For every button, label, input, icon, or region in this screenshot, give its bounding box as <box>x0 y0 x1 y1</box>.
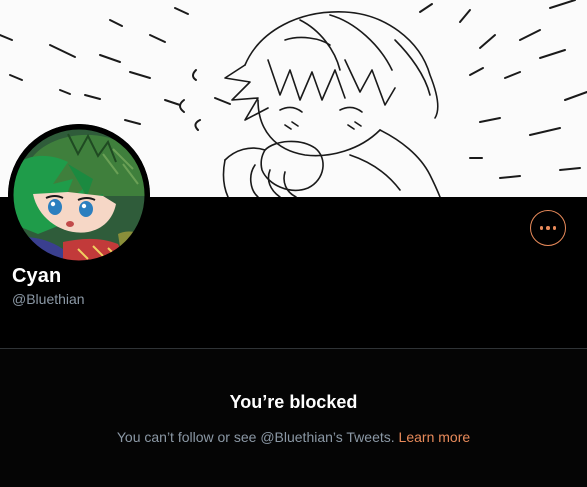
learn-more-link[interactable]: Learn more <box>399 429 471 445</box>
more-options-button[interactable] <box>530 210 566 246</box>
blocked-message: You can’t follow or see @Bluethian’s Twe… <box>116 429 395 445</box>
blocked-title: You’re blocked <box>229 392 358 412</box>
more-horizontal-icon <box>539 226 557 230</box>
blocked-panel <box>0 349 587 487</box>
avatar-illustration <box>8 124 150 266</box>
display-name: Cyan <box>12 265 62 287</box>
blocked-message-line: You can’t follow or see @Bluethian’s Twe… <box>0 429 587 445</box>
avatar[interactable] <box>8 124 150 266</box>
handle: @Bluethian <box>12 291 85 307</box>
